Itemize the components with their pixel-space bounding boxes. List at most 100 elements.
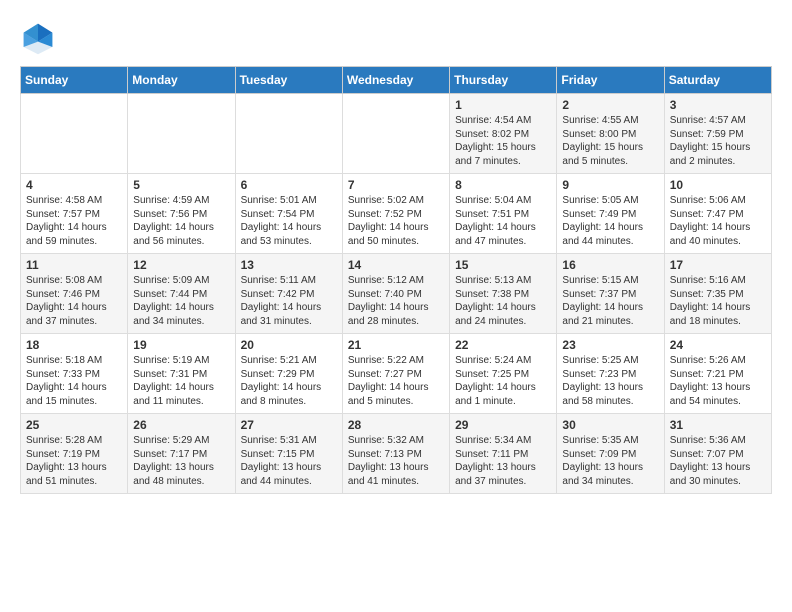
day-number: 8 xyxy=(455,178,551,192)
day-number: 15 xyxy=(455,258,551,272)
day-info: Sunrise: 5:34 AMSunset: 7:11 PMDaylight:… xyxy=(455,435,536,487)
col-header-saturday: Saturday xyxy=(664,67,771,94)
calendar-cell: 19 Sunrise: 5:19 AMSunset: 7:31 PMDaylig… xyxy=(128,334,235,414)
calendar-cell: 23 Sunrise: 5:25 AMSunset: 7:23 PMDaylig… xyxy=(557,334,664,414)
week-row-5: 25 Sunrise: 5:28 AMSunset: 7:19 PMDaylig… xyxy=(21,414,772,494)
day-info: Sunrise: 5:02 AMSunset: 7:52 PMDaylight:… xyxy=(348,195,429,247)
day-info: Sunrise: 4:55 AMSunset: 8:00 PMDaylight:… xyxy=(562,115,643,167)
day-number: 26 xyxy=(133,418,229,432)
col-header-thursday: Thursday xyxy=(450,67,557,94)
day-number: 19 xyxy=(133,338,229,352)
week-row-2: 4 Sunrise: 4:58 AMSunset: 7:57 PMDayligh… xyxy=(21,174,772,254)
calendar-cell: 27 Sunrise: 5:31 AMSunset: 7:15 PMDaylig… xyxy=(235,414,342,494)
calendar-cell: 16 Sunrise: 5:15 AMSunset: 7:37 PMDaylig… xyxy=(557,254,664,334)
day-number: 3 xyxy=(670,98,766,112)
day-number: 17 xyxy=(670,258,766,272)
calendar-cell xyxy=(128,94,235,174)
day-info: Sunrise: 4:57 AMSunset: 7:59 PMDaylight:… xyxy=(670,115,751,167)
calendar-cell: 3 Sunrise: 4:57 AMSunset: 7:59 PMDayligh… xyxy=(664,94,771,174)
calendar-cell: 30 Sunrise: 5:35 AMSunset: 7:09 PMDaylig… xyxy=(557,414,664,494)
logo xyxy=(20,20,62,56)
day-number: 31 xyxy=(670,418,766,432)
day-number: 16 xyxy=(562,258,658,272)
day-number: 13 xyxy=(241,258,337,272)
calendar-cell xyxy=(21,94,128,174)
day-number: 18 xyxy=(26,338,122,352)
day-number: 7 xyxy=(348,178,444,192)
calendar-cell: 2 Sunrise: 4:55 AMSunset: 8:00 PMDayligh… xyxy=(557,94,664,174)
day-info: Sunrise: 5:01 AMSunset: 7:54 PMDaylight:… xyxy=(241,195,322,247)
calendar-table: SundayMondayTuesdayWednesdayThursdayFrid… xyxy=(20,66,772,494)
calendar-cell xyxy=(342,94,449,174)
calendar-cell: 24 Sunrise: 5:26 AMSunset: 7:21 PMDaylig… xyxy=(664,334,771,414)
day-number: 2 xyxy=(562,98,658,112)
day-info: Sunrise: 5:04 AMSunset: 7:51 PMDaylight:… xyxy=(455,195,536,247)
day-number: 29 xyxy=(455,418,551,432)
day-number: 22 xyxy=(455,338,551,352)
calendar-cell: 1 Sunrise: 4:54 AMSunset: 8:02 PMDayligh… xyxy=(450,94,557,174)
col-header-wednesday: Wednesday xyxy=(342,67,449,94)
day-number: 6 xyxy=(241,178,337,192)
day-info: Sunrise: 4:58 AMSunset: 7:57 PMDaylight:… xyxy=(26,195,107,247)
day-number: 25 xyxy=(26,418,122,432)
day-info: Sunrise: 5:32 AMSunset: 7:13 PMDaylight:… xyxy=(348,435,429,487)
calendar-cell: 29 Sunrise: 5:34 AMSunset: 7:11 PMDaylig… xyxy=(450,414,557,494)
calendar-cell: 4 Sunrise: 4:58 AMSunset: 7:57 PMDayligh… xyxy=(21,174,128,254)
week-row-3: 11 Sunrise: 5:08 AMSunset: 7:46 PMDaylig… xyxy=(21,254,772,334)
logo-icon xyxy=(20,20,56,56)
day-info: Sunrise: 5:29 AMSunset: 7:17 PMDaylight:… xyxy=(133,435,214,487)
calendar-cell: 31 Sunrise: 5:36 AMSunset: 7:07 PMDaylig… xyxy=(664,414,771,494)
day-info: Sunrise: 5:25 AMSunset: 7:23 PMDaylight:… xyxy=(562,355,643,407)
day-number: 27 xyxy=(241,418,337,432)
week-row-4: 18 Sunrise: 5:18 AMSunset: 7:33 PMDaylig… xyxy=(21,334,772,414)
calendar-cell: 22 Sunrise: 5:24 AMSunset: 7:25 PMDaylig… xyxy=(450,334,557,414)
col-header-tuesday: Tuesday xyxy=(235,67,342,94)
day-info: Sunrise: 5:12 AMSunset: 7:40 PMDaylight:… xyxy=(348,275,429,327)
day-info: Sunrise: 5:11 AMSunset: 7:42 PMDaylight:… xyxy=(241,275,322,327)
col-header-sunday: Sunday xyxy=(21,67,128,94)
calendar-cell: 15 Sunrise: 5:13 AMSunset: 7:38 PMDaylig… xyxy=(450,254,557,334)
calendar-cell: 14 Sunrise: 5:12 AMSunset: 7:40 PMDaylig… xyxy=(342,254,449,334)
day-number: 9 xyxy=(562,178,658,192)
day-info: Sunrise: 5:08 AMSunset: 7:46 PMDaylight:… xyxy=(26,275,107,327)
week-row-1: 1 Sunrise: 4:54 AMSunset: 8:02 PMDayligh… xyxy=(21,94,772,174)
day-info: Sunrise: 5:28 AMSunset: 7:19 PMDaylight:… xyxy=(26,435,107,487)
day-number: 14 xyxy=(348,258,444,272)
day-info: Sunrise: 5:05 AMSunset: 7:49 PMDaylight:… xyxy=(562,195,643,247)
calendar-cell: 12 Sunrise: 5:09 AMSunset: 7:44 PMDaylig… xyxy=(128,254,235,334)
day-number: 4 xyxy=(26,178,122,192)
day-number: 11 xyxy=(26,258,122,272)
day-info: Sunrise: 5:36 AMSunset: 7:07 PMDaylight:… xyxy=(670,435,751,487)
calendar-cell: 8 Sunrise: 5:04 AMSunset: 7:51 PMDayligh… xyxy=(450,174,557,254)
day-info: Sunrise: 5:35 AMSunset: 7:09 PMDaylight:… xyxy=(562,435,643,487)
calendar-cell: 9 Sunrise: 5:05 AMSunset: 7:49 PMDayligh… xyxy=(557,174,664,254)
calendar-cell xyxy=(235,94,342,174)
day-number: 21 xyxy=(348,338,444,352)
calendar-cell: 25 Sunrise: 5:28 AMSunset: 7:19 PMDaylig… xyxy=(21,414,128,494)
calendar-cell: 13 Sunrise: 5:11 AMSunset: 7:42 PMDaylig… xyxy=(235,254,342,334)
day-info: Sunrise: 5:09 AMSunset: 7:44 PMDaylight:… xyxy=(133,275,214,327)
day-info: Sunrise: 5:21 AMSunset: 7:29 PMDaylight:… xyxy=(241,355,322,407)
calendar-cell: 5 Sunrise: 4:59 AMSunset: 7:56 PMDayligh… xyxy=(128,174,235,254)
calendar-cell: 10 Sunrise: 5:06 AMSunset: 7:47 PMDaylig… xyxy=(664,174,771,254)
col-header-monday: Monday xyxy=(128,67,235,94)
day-info: Sunrise: 4:54 AMSunset: 8:02 PMDaylight:… xyxy=(455,115,536,167)
day-info: Sunrise: 5:15 AMSunset: 7:37 PMDaylight:… xyxy=(562,275,643,327)
day-info: Sunrise: 5:13 AMSunset: 7:38 PMDaylight:… xyxy=(455,275,536,327)
day-info: Sunrise: 5:22 AMSunset: 7:27 PMDaylight:… xyxy=(348,355,429,407)
day-info: Sunrise: 5:19 AMSunset: 7:31 PMDaylight:… xyxy=(133,355,214,407)
page-header xyxy=(20,20,772,56)
day-number: 1 xyxy=(455,98,551,112)
calendar-cell: 21 Sunrise: 5:22 AMSunset: 7:27 PMDaylig… xyxy=(342,334,449,414)
day-number: 24 xyxy=(670,338,766,352)
day-info: Sunrise: 5:26 AMSunset: 7:21 PMDaylight:… xyxy=(670,355,751,407)
day-number: 30 xyxy=(562,418,658,432)
calendar-cell: 18 Sunrise: 5:18 AMSunset: 7:33 PMDaylig… xyxy=(21,334,128,414)
calendar-cell: 20 Sunrise: 5:21 AMSunset: 7:29 PMDaylig… xyxy=(235,334,342,414)
day-info: Sunrise: 5:24 AMSunset: 7:25 PMDaylight:… xyxy=(455,355,536,407)
day-number: 12 xyxy=(133,258,229,272)
day-number: 28 xyxy=(348,418,444,432)
calendar-cell: 11 Sunrise: 5:08 AMSunset: 7:46 PMDaylig… xyxy=(21,254,128,334)
day-info: Sunrise: 5:06 AMSunset: 7:47 PMDaylight:… xyxy=(670,195,751,247)
col-header-friday: Friday xyxy=(557,67,664,94)
